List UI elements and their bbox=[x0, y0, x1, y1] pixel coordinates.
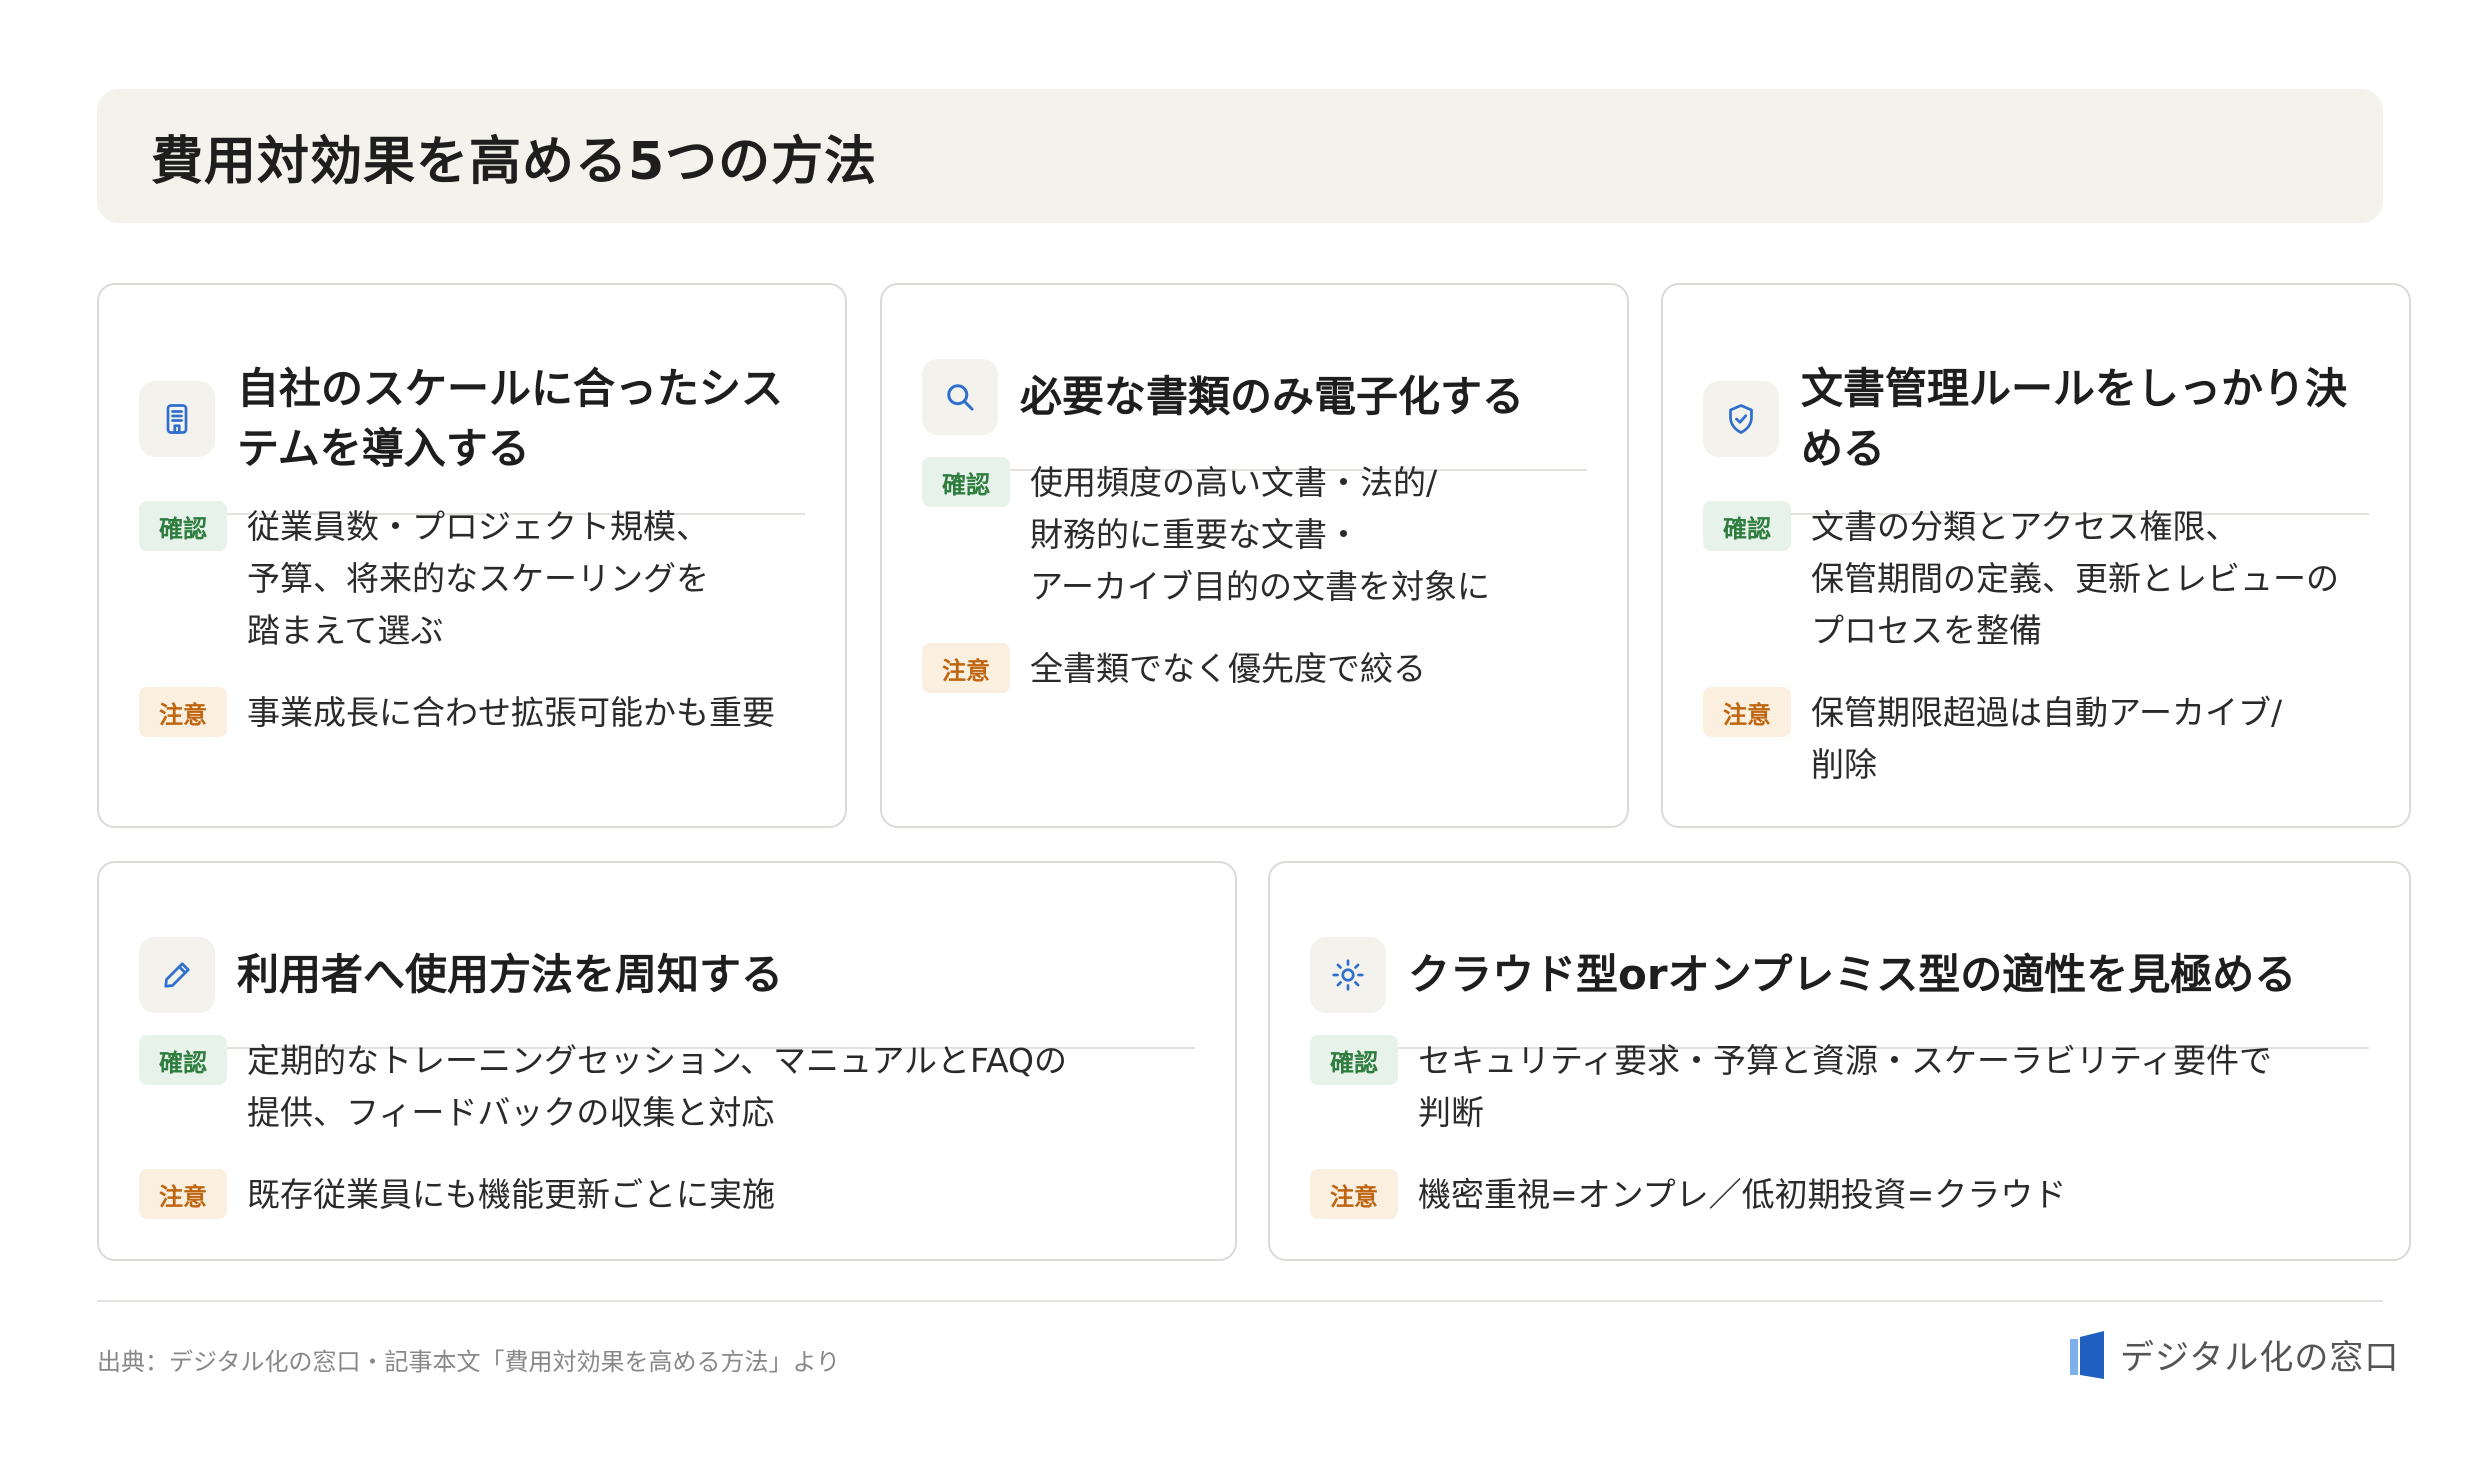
card-title: 必要な書類のみ電子化する bbox=[1020, 372, 1525, 421]
caution-row: 注意 事業成長に合わせ拡張可能かも重要 bbox=[139, 687, 815, 739]
card-title: 利用者へ使用方法を周知する bbox=[237, 950, 784, 999]
source-citation: 出典：デジタル化の窓口・記事本文「費用対効果を高める方法」より bbox=[97, 1348, 841, 1376]
caution-badge: 注意 bbox=[1310, 1169, 1398, 1219]
confirm-row: 確認 使用頻度の高い文書・法的/ 財務的に重要な文書・ アーカイブ目的の文書を対… bbox=[922, 457, 1597, 613]
building-icon bbox=[139, 381, 215, 457]
confirm-badge: 確認 bbox=[1703, 501, 1791, 551]
footer-divider bbox=[97, 1300, 2383, 1302]
caution-text: 全書類でなく優先度で絞る bbox=[1030, 649, 1426, 688]
card-title: 自社のスケールに合ったシステムを導入する bbox=[237, 364, 784, 473]
caution-text: 保管期限超過は自動アーカイブ/ 削除 bbox=[1811, 693, 2283, 784]
card-rows: 確認 使用頻度の高い文書・法的/ 財務的に重要な文書・ アーカイブ目的の文書を対… bbox=[922, 457, 1597, 725]
card-header: クラウド型orオンプレミス型の適性を見極める bbox=[1310, 903, 2369, 1049]
confirm-badge: 確認 bbox=[922, 457, 1010, 507]
confirm-row: 確認 セキュリティ要求・予算と資源・スケーラビリティ要件で 判断 bbox=[1310, 1035, 2379, 1139]
infographic-page: 費用対効果を高める5つの方法 自社のスケールに合ったシステムを導入する 確認 従… bbox=[0, 0, 2480, 1476]
card-header: 利用者へ使用方法を周知する bbox=[139, 903, 1195, 1049]
confirm-row: 確認 従業員数・プロジェクト規模、 予算、将来的なスケーリングを 踏まえて選ぶ bbox=[139, 501, 815, 657]
confirm-row: 確認 文書の分類とアクセス権限、 保管期間の定義、更新とレビューの プロセスを整… bbox=[1703, 501, 2379, 657]
card-rows: 確認 文書の分類とアクセス権限、 保管期間の定義、更新とレビューの プロセスを整… bbox=[1703, 501, 2379, 821]
method-card-4: 利用者へ使用方法を周知する 確認 定期的なトレーニングセッション、マニュアルとF… bbox=[97, 861, 1237, 1261]
confirm-badge: 確認 bbox=[139, 501, 227, 551]
confirm-badge: 確認 bbox=[139, 1035, 227, 1085]
confirm-text: 使用頻度の高い文書・法的/ 財務的に重要な文書・ アーカイブ目的の文書を対象に bbox=[1030, 463, 1491, 606]
card-header: 必要な書類のみ電子化する bbox=[922, 325, 1587, 471]
search-icon bbox=[922, 359, 998, 435]
caution-text: 既存従業員にも機能更新ごとに実施 bbox=[247, 1175, 775, 1214]
method-card-2: 必要な書類のみ電子化する 確認 使用頻度の高い文書・法的/ 財務的に重要な文書・… bbox=[880, 283, 1629, 828]
caution-badge: 注意 bbox=[922, 643, 1010, 693]
method-card-1: 自社のスケールに合ったシステムを導入する 確認 従業員数・プロジェクト規模、 予… bbox=[97, 283, 847, 828]
card-title: クラウド型orオンプレミス型の適性を見極める bbox=[1408, 950, 2297, 999]
brand-name: デジタル化の窓口 bbox=[2120, 1338, 2400, 1378]
card-header: 文書管理ルールをしっかり決める bbox=[1703, 325, 2369, 515]
caution-badge: 注意 bbox=[139, 1169, 227, 1219]
method-card-5: クラウド型orオンプレミス型の適性を見極める 確認 セキュリティ要求・予算と資源… bbox=[1268, 861, 2411, 1261]
caution-badge: 注意 bbox=[139, 687, 227, 737]
caution-row: 注意 保管期限超過は自動アーカイブ/ 削除 bbox=[1703, 687, 2379, 791]
caution-text: 機密重視=オンプレ／低初期投資=クラウド bbox=[1418, 1175, 2067, 1214]
caution-text: 事業成長に合わせ拡張可能かも重要 bbox=[247, 693, 775, 732]
confirm-text: 従業員数・プロジェクト規模、 予算、将来的なスケーリングを 踏まえて選ぶ bbox=[247, 507, 709, 650]
sun-icon bbox=[1310, 937, 1386, 1013]
shield-check-icon bbox=[1703, 381, 1779, 457]
confirm-text: 定期的なトレーニングセッション、マニュアルとFAQの 提供、フィードバックの収集… bbox=[247, 1041, 1067, 1132]
caution-row: 注意 既存従業員にも機能更新ごとに実施 bbox=[139, 1169, 1205, 1221]
method-card-3: 文書管理ルールをしっかり決める 確認 文書の分類とアクセス権限、 保管期間の定義… bbox=[1661, 283, 2411, 828]
card-title: 文書管理ルールをしっかり決める bbox=[1801, 364, 2348, 473]
card-rows: 確認 従業員数・プロジェクト規模、 予算、将来的なスケーリングを 踏まえて選ぶ … bbox=[139, 501, 815, 769]
confirm-badge: 確認 bbox=[1310, 1035, 1398, 1085]
page-header: 費用対効果を高める5つの方法 bbox=[97, 89, 2383, 223]
card-header: 自社のスケールに合ったシステムを導入する bbox=[139, 325, 805, 515]
page-title: 費用対効果を高める5つの方法 bbox=[151, 131, 878, 192]
confirm-text: 文書の分類とアクセス権限、 保管期間の定義、更新とレビューの プロセスを整備 bbox=[1811, 507, 2339, 650]
pencil-icon bbox=[139, 937, 215, 1013]
caution-row: 注意 機密重視=オンプレ／低初期投資=クラウド bbox=[1310, 1169, 2379, 1221]
caution-row: 注意 全書類でなく優先度で絞る bbox=[922, 643, 1597, 695]
card-rows: 確認 セキュリティ要求・予算と資源・スケーラビリティ要件で 判断 注意 機密重視… bbox=[1310, 1035, 2379, 1251]
card-rows: 確認 定期的なトレーニングセッション、マニュアルとFAQの 提供、フィードバック… bbox=[139, 1035, 1205, 1251]
confirm-text: セキュリティ要求・予算と資源・スケーラビリティ要件で 判断 bbox=[1418, 1041, 2273, 1132]
brand-logo: デジタル化の窓口 bbox=[2070, 1330, 2399, 1379]
confirm-row: 確認 定期的なトレーニングセッション、マニュアルとFAQの 提供、フィードバック… bbox=[139, 1035, 1205, 1139]
brand-mark-icon bbox=[2070, 1330, 2104, 1379]
caution-badge: 注意 bbox=[1703, 687, 1791, 737]
